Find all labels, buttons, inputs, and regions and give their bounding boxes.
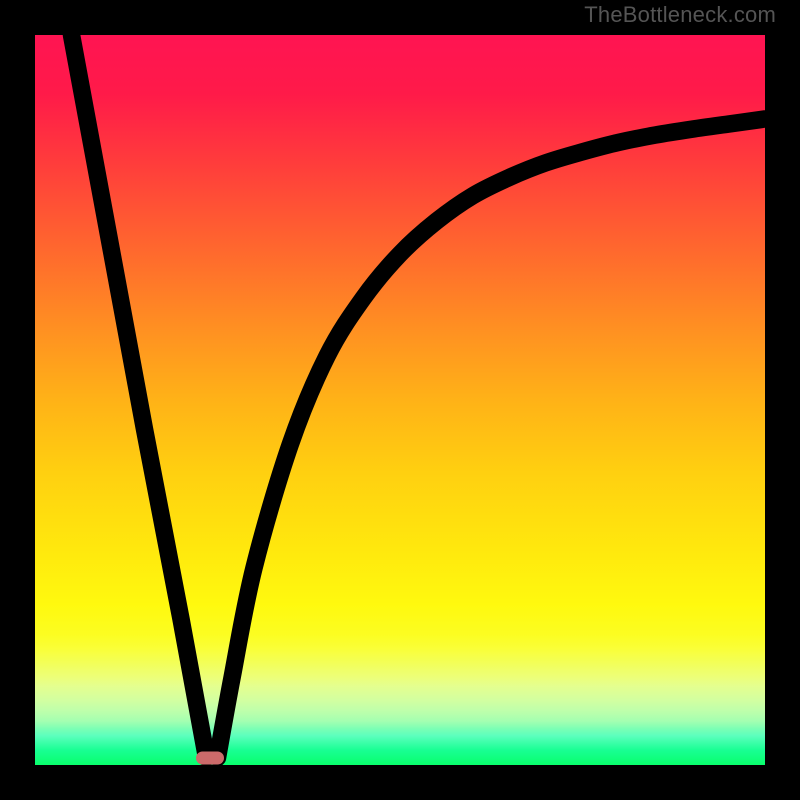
curve-left-branch (72, 35, 207, 758)
minimum-marker (196, 751, 224, 764)
chart-curve (35, 35, 765, 765)
chart-plot-area (35, 35, 765, 765)
curve-right-branch (218, 119, 766, 758)
watermark-text: TheBottleneck.com (584, 2, 776, 28)
